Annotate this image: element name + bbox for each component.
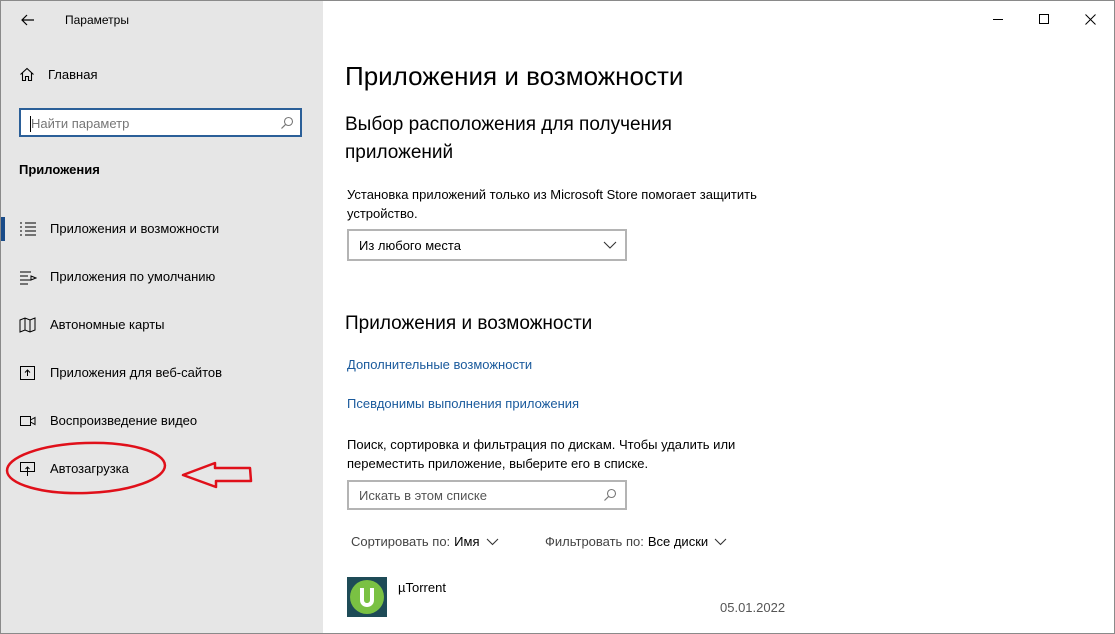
app-list-item[interactable]: µTorrent 05.01.2022 [347,577,787,621]
install-location-heading: Выбор расположения для получения приложе… [345,111,672,167]
app-execution-aliases-link[interactable]: Псевдонимы выполнения приложения [347,396,579,411]
filter-label: Фильтровать по: [545,534,644,549]
description-line: устройство. [347,206,418,221]
heading-line: Выбор расположения для получения [345,114,672,135]
close-icon [1084,13,1096,25]
sort-label: Сортировать по: [351,534,451,549]
sidebar-item-label: Приложения по умолчанию [50,269,216,284]
close-button[interactable] [1067,1,1113,37]
startup-icon [20,462,35,476]
sidebar-item-label: Приложения и возможности [50,221,220,236]
back-arrow-icon [21,14,34,26]
settings-window: Параметры Главная Приложения Приложения … [0,0,1115,634]
chevron-down-icon [486,538,498,545]
sidebar-item-startup[interactable]: Автозагрузка [1,449,323,489]
optional-features-link[interactable]: Дополнительные возможности [347,357,532,372]
apps-section-description: Поиск, сортировка и фильтрация по дискам… [347,435,735,473]
search-icon [281,116,294,129]
install-location-description: Установка приложений только из Microsoft… [347,185,757,223]
sidebar-item-label: Приложения для веб-сайтов [50,365,223,380]
selection-indicator [1,217,5,241]
sidebar-item-video-playback[interactable]: Воспроизведение видео [1,401,323,441]
settings-search-input[interactable] [31,115,271,131]
sidebar-item-label: Воспроизведение видео [50,413,198,428]
list-icon [20,222,36,236]
sidebar: Параметры Главная Приложения Приложения … [1,1,323,633]
dropdown-value: Из любого места [359,238,461,253]
app-list-search-input[interactable] [359,487,589,503]
maximize-icon [1038,13,1049,24]
minimize-icon [992,18,1003,20]
description-line: переместить приложение, выберите его в с… [347,456,649,471]
home-icon [20,67,34,82]
heading-line: приложений [345,142,454,163]
home-label: Главная [48,67,98,82]
description-line: Установка приложений только из Microsoft… [347,187,757,202]
home-nav-item[interactable]: Главная [19,67,97,82]
chevron-down-icon [714,538,727,545]
web-apps-icon [20,366,35,380]
description-line: Поиск, сортировка и фильтрация по дискам… [347,437,736,452]
sort-value: Имя [454,534,480,549]
install-source-dropdown[interactable]: Из любого места [347,229,627,261]
default-apps-icon [20,271,37,285]
search-icon [604,488,617,501]
video-icon [20,416,36,426]
page-title: Приложения и возможности [345,61,684,91]
section-title-apps: Приложения [19,162,100,177]
settings-search-box[interactable] [19,108,302,137]
sidebar-item-apps-features[interactable]: Приложения и возможности [1,209,323,249]
apps-section-heading: Приложения и возможности [345,313,593,334]
app-name: µTorrent [398,580,446,595]
minimize-button[interactable] [975,1,1021,37]
sidebar-item-label: Автозагрузка [50,461,129,476]
utorrent-app-icon [347,577,387,617]
window-title: Параметры [65,13,129,27]
sort-dropdown[interactable]: Сортировать по: Имя [351,534,499,549]
sidebar-item-default-apps[interactable]: Приложения по умолчанию [1,257,323,297]
maximize-button[interactable] [1021,1,1067,37]
app-list-search-box[interactable] [347,480,627,510]
filter-dropdown[interactable]: Фильтровать по: Все диски [545,534,727,549]
app-install-date: 05.01.2022 [720,600,786,615]
chevron-down-icon [603,241,617,249]
sidebar-item-offline-maps[interactable]: Автономные карты [1,305,323,345]
map-icon [19,317,36,333]
sidebar-item-label: Автономные карты [50,317,165,332]
sidebar-item-web-apps[interactable]: Приложения для веб-сайтов [1,353,323,393]
back-button[interactable] [15,9,41,31]
filter-value: Все диски [647,534,709,549]
